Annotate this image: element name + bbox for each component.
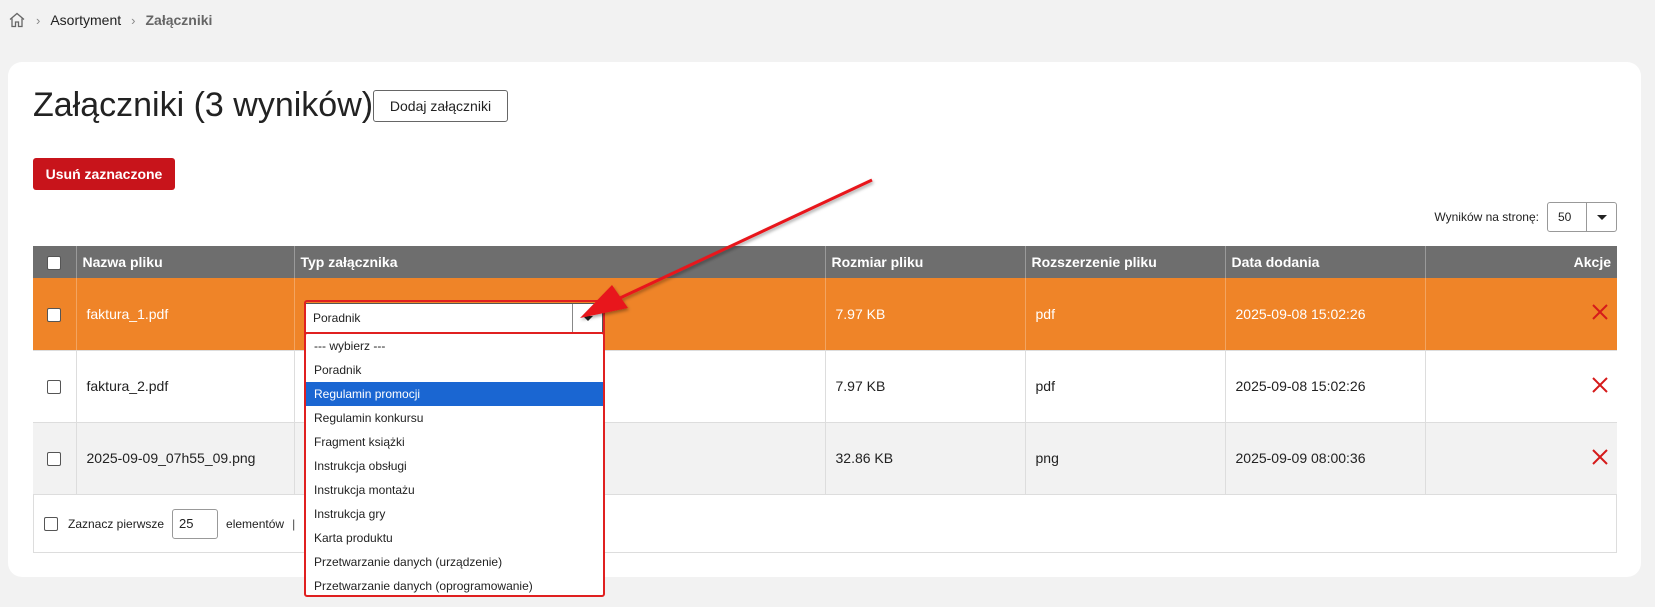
per-page-label: Wyników na stronę: [1434,210,1539,224]
file-name: 2025-09-09_07h55_09.png [76,422,295,495]
attachment-type-select[interactable]: Poradnik [305,303,603,333]
delete-icon[interactable] [1591,448,1609,466]
dropdown-option[interactable]: Fragment książki [306,430,603,454]
dropdown-option[interactable]: Poradnik [306,358,603,382]
col-file-extension[interactable]: Rozszerzenie pliku [1025,246,1226,278]
add-attachments-button[interactable]: Dodaj załączniki [373,90,508,122]
file-size: 7.97 KB [825,350,1026,423]
dropdown-option[interactable]: Przetwarzanie danych (oprogramowanie) [306,574,603,595]
select-first-label: Zaznacz pierwsze [68,516,165,531]
breadcrumb-asortyment[interactable]: Asortyment [50,12,121,28]
chevron-down-icon[interactable] [1586,203,1616,231]
table-footer: Zaznacz pierwsze 25 elementów | [33,495,1617,553]
file-extension: pdf [1025,350,1226,423]
per-page-control: Wyników na stronę: 50 [1434,202,1617,232]
col-file-size[interactable]: Rozmiar pliku [825,246,1026,278]
table-header: Nazwa pliku Typ załącznika Rozmiar pliku… [33,246,1617,278]
per-page-value: 50 [1558,210,1572,224]
per-page-select[interactable]: 50 [1547,202,1617,232]
attachment-type-dropdown[interactable]: --- wybierz --- Poradnik Regulamin promocj… [304,332,605,597]
select-first-count-input[interactable]: 25 [172,508,219,539]
file-extension: pdf [1025,278,1226,351]
select-all-cell [33,246,77,278]
table-row[interactable]: 2025-09-09_07h55_09.png 32.86 KB png 202… [33,422,1617,495]
attachments-table: Nazwa pliku Typ załącznika Rozmiar pliku… [33,246,1617,495]
home-icon[interactable] [8,11,26,29]
chevron-down-icon[interactable] [572,304,602,332]
dropdown-option[interactable]: Instrukcja obsługi [306,454,603,478]
breadcrumb-current: Załączniki [145,12,213,28]
chevron-right-icon: › [131,12,136,28]
elements-label: elementów [226,516,285,531]
file-extension: png [1025,422,1226,495]
dropdown-option[interactable]: Regulamin promocji [306,382,603,406]
attachment-type-value: Poradnik [313,311,361,325]
dropdown-option[interactable]: Karta produktu [306,526,603,550]
actions-cell [1425,278,1617,351]
page-title: Załączniki (3 wyników) [33,86,374,124]
chevron-right-icon: › [36,12,41,28]
file-name: faktura_2.pdf [76,350,295,423]
delete-icon[interactable] [1591,376,1609,394]
table-row[interactable]: faktura_2.pdf 7.97 KB pdf 2025-09-08 15:… [33,350,1617,423]
file-size: 32.86 KB [825,422,1026,495]
actions-cell [1425,350,1617,423]
date-added: 2025-09-08 15:02:26 [1225,350,1426,423]
dropdown-option[interactable]: Instrukcja montażu [306,478,603,502]
delete-selected-button[interactable]: Usuń zaznaczone [33,158,175,190]
col-file-name[interactable]: Nazwa pliku [76,246,295,278]
dropdown-option[interactable]: Regulamin konkursu [306,406,603,430]
dropdown-option[interactable]: Instrukcja gry [306,502,603,526]
dropdown-option[interactable]: --- wybierz --- [306,334,603,358]
separator: | [292,516,296,531]
file-size: 7.97 KB [825,278,1026,351]
breadcrumb: › Asortyment › Załączniki [8,10,212,30]
file-name: faktura_1.pdf [76,278,295,351]
col-attachment-type[interactable]: Typ załącznika [294,246,826,278]
dropdown-option[interactable]: Przetwarzanie danych (urządzenie) [306,550,603,574]
row-checkbox[interactable] [47,307,62,322]
date-added: 2025-09-09 08:00:36 [1225,422,1426,495]
select-all-checkbox[interactable] [47,256,62,271]
row-checkbox[interactable] [47,452,62,467]
row-checkbox[interactable] [47,380,62,395]
date-added: 2025-09-08 15:02:26 [1225,278,1426,351]
row-select-cell [33,422,77,495]
col-actions: Akcje [1425,246,1617,278]
delete-icon[interactable] [1591,303,1609,321]
table-row[interactable]: faktura_1.pdf 7.97 KB pdf 2025-09-08 15:… [33,278,1617,351]
select-first-checkbox[interactable] [44,516,58,531]
actions-cell [1425,422,1617,495]
row-select-cell [33,278,77,351]
col-date-added[interactable]: Data dodania [1225,246,1426,278]
row-select-cell [33,350,77,423]
